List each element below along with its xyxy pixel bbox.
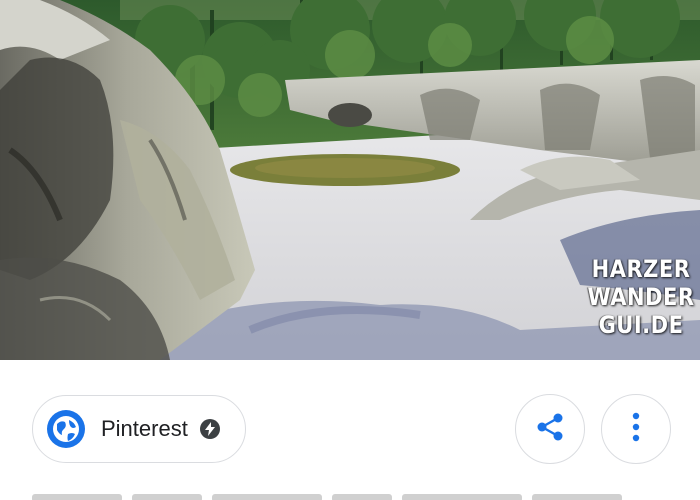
- more-options-button[interactable]: [601, 394, 671, 464]
- source-chip[interactable]: Pinterest: [32, 395, 246, 463]
- more-vert-icon: [631, 411, 641, 448]
- share-icon: [534, 411, 566, 448]
- source-site-name: Pinterest: [101, 416, 188, 441]
- source-bar: Pinterest: [0, 360, 700, 500]
- share-button[interactable]: [515, 394, 585, 464]
- result-image[interactable]: HARZER WANDER GUI.DE: [0, 0, 700, 360]
- globe-icon: [47, 410, 85, 448]
- watermark-line-3: GUI.DE: [598, 311, 684, 339]
- amp-lightning-icon: [199, 419, 220, 439]
- clipped-title-text: [32, 488, 652, 500]
- watermark: HARZER WANDER GUI.DE: [588, 255, 695, 339]
